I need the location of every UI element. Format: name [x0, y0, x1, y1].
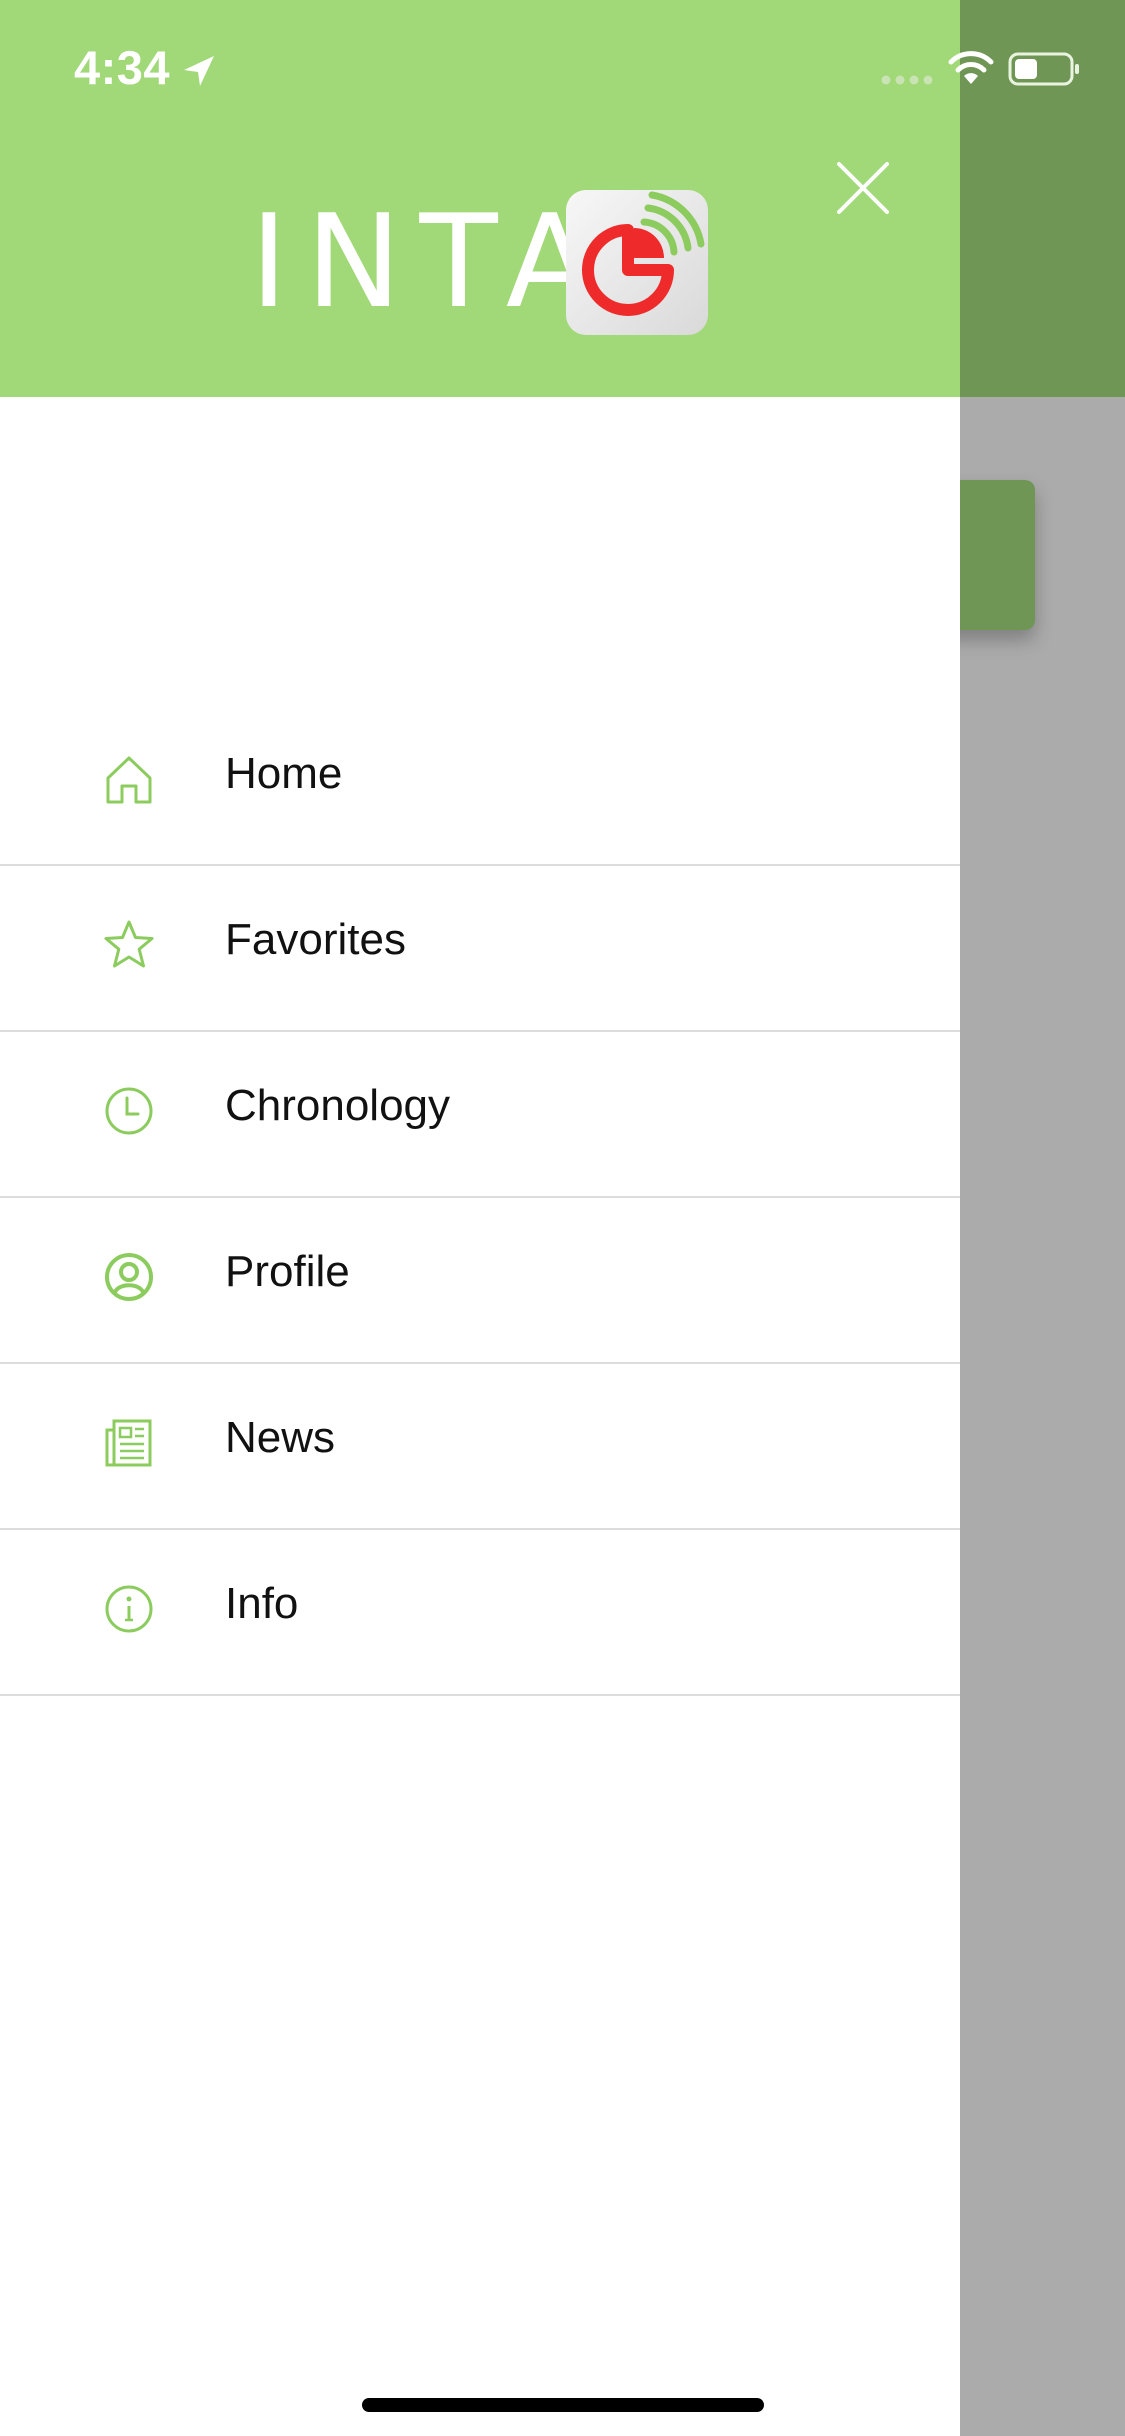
drawer-menu: Home Favorites Chronology Profile News I… — [0, 700, 960, 1696]
battery-icon — [1008, 52, 1079, 86]
status-bar: 4:34 — [0, 0, 1125, 140]
home-indicator[interactable] — [362, 2398, 764, 2412]
menu-item-news[interactable]: News — [0, 1364, 960, 1530]
side-drawer: INTA Home Favorites Chronology Profile N… — [0, 0, 960, 2436]
wifi-icon — [948, 51, 994, 84]
newspaper-icon — [105, 1419, 152, 1467]
cellular-signal-icon — [881, 75, 933, 85]
inta-logo: INTA — [250, 190, 710, 340]
location-arrow-icon — [184, 56, 214, 86]
menu-item-favorites[interactable]: Favorites — [0, 866, 960, 1032]
menu-item-home[interactable]: Home — [0, 700, 960, 866]
menu-item-label: Favorites — [225, 915, 406, 964]
close-icon — [837, 162, 889, 214]
clock-icon — [105, 1087, 153, 1135]
menu-item-chronology[interactable]: Chronology — [0, 1032, 960, 1198]
menu-item-label: Info — [225, 1579, 299, 1628]
menu-item-profile[interactable]: Profile — [0, 1198, 960, 1364]
logo-text: INTA — [250, 188, 612, 337]
menu-item-label: Chronology — [225, 1081, 451, 1130]
menu-item-label: Home — [225, 749, 343, 798]
user-circle-icon — [105, 1253, 153, 1301]
status-time: 4:34 — [74, 41, 171, 94]
info-icon — [105, 1585, 153, 1633]
close-button[interactable] — [835, 160, 891, 216]
star-icon — [104, 920, 154, 968]
menu-item-label: Profile — [225, 1247, 350, 1296]
menu-item-info[interactable]: Info — [0, 1530, 960, 1696]
home-icon — [106, 756, 152, 804]
pie-chart-signal-icon — [566, 190, 708, 335]
menu-item-label: News — [225, 1413, 336, 1462]
